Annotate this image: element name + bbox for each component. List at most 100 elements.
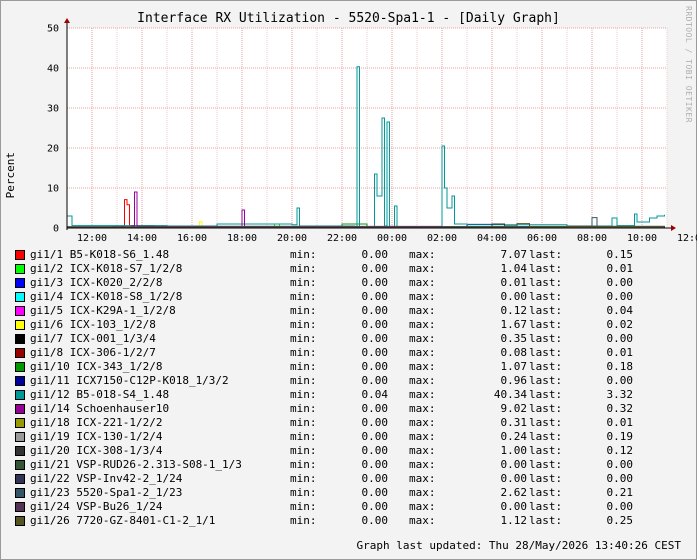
legend-min-value: 0.00 bbox=[361, 262, 389, 275]
legend-min-label: min: bbox=[290, 304, 317, 317]
legend-max-label: max: bbox=[409, 514, 436, 527]
legend-series-name: gi1/18 ICX-221-1/2/2 bbox=[30, 416, 163, 429]
legend-last-value: 0.00 bbox=[606, 290, 634, 303]
legend-min-label: min: bbox=[290, 430, 317, 443]
legend-series-name: gi1/23 5520-Spa1-2_1/23 bbox=[30, 486, 183, 499]
x-tick-label: 06:00 bbox=[527, 233, 557, 244]
legend-max-label: max: bbox=[409, 318, 436, 331]
legend-last-value: 0.01 bbox=[606, 346, 634, 359]
legend-max-value: 1.07 bbox=[500, 360, 528, 373]
legend-min-value: 0.00 bbox=[361, 332, 389, 345]
legend-max-value: 1.04 bbox=[500, 262, 528, 275]
legend-max-value: 0.96 bbox=[500, 374, 528, 387]
legend-min-label: min: bbox=[290, 486, 317, 499]
y-tick-label: 20 bbox=[47, 144, 59, 155]
y-tick-label: 10 bbox=[47, 184, 59, 195]
x-tick-label: 08:00 bbox=[577, 233, 607, 244]
legend-swatch bbox=[15, 264, 25, 274]
legend-min-label: min: bbox=[290, 346, 317, 359]
legend-max-value: 1.00 bbox=[500, 444, 528, 457]
legend-swatch bbox=[15, 250, 25, 260]
legend-series-name: gi1/1 B5-K018-S6_1.48 bbox=[30, 248, 170, 261]
legend-last-label: last: bbox=[529, 332, 563, 345]
legend-max-value: 1.67 bbox=[500, 318, 528, 331]
legend-max-label: max: bbox=[409, 248, 436, 261]
legend-max-label: max: bbox=[409, 416, 436, 429]
legend-last-value: 0.01 bbox=[606, 262, 634, 275]
legend-last-value: 0.15 bbox=[606, 248, 634, 261]
legend-last-label: last: bbox=[529, 486, 563, 499]
legend-max-label: max: bbox=[409, 304, 436, 317]
y-tick-label: 30 bbox=[47, 104, 59, 115]
legend-swatch bbox=[15, 474, 25, 484]
legend-max-value: 0.00 bbox=[500, 458, 528, 471]
legend-last-value: 0.12 bbox=[606, 444, 634, 457]
legend-last-label: last: bbox=[529, 472, 563, 485]
legend-series-name: gi1/20 ICX-308-1/3/4 bbox=[30, 444, 163, 457]
legend-last-label: last: bbox=[529, 346, 563, 359]
legend-swatch bbox=[15, 292, 25, 302]
legend-min-value: 0.00 bbox=[361, 444, 389, 457]
legend-min-value: 0.00 bbox=[361, 514, 389, 527]
legend-series-name: gi1/6 ICX-103_1/2/8 bbox=[30, 318, 156, 331]
legend-max-label: max: bbox=[409, 500, 436, 513]
legend-last-label: last: bbox=[529, 262, 563, 275]
legend-max-label: max: bbox=[409, 276, 436, 289]
legend-max-value: 0.24 bbox=[500, 430, 528, 443]
legend-series-name: gi1/4 ICX-K018-S8_1/2/8 bbox=[30, 290, 183, 303]
legend-last-label: last: bbox=[529, 514, 563, 527]
legend-swatch bbox=[15, 516, 25, 526]
y-tick-label: 0 bbox=[53, 224, 59, 235]
x-axis-arrow bbox=[671, 225, 676, 231]
legend-max-value: 0.12 bbox=[500, 304, 528, 317]
legend-min-label: min: bbox=[290, 290, 317, 303]
legend-min-value: 0.00 bbox=[361, 486, 389, 499]
legend-last-label: last: bbox=[529, 458, 563, 471]
legend-swatch bbox=[15, 362, 25, 372]
legend-series-name: gi1/24 VSP-Bu26_1/24 bbox=[30, 500, 163, 513]
legend-last-label: last: bbox=[529, 388, 563, 401]
legend-min-label: min: bbox=[290, 276, 317, 289]
x-tick-label: 04:00 bbox=[477, 233, 507, 244]
legend-last-label: last: bbox=[529, 374, 563, 387]
legend-min-value: 0.00 bbox=[361, 458, 389, 471]
legend-max-label: max: bbox=[409, 360, 436, 373]
legend-series-name: gi1/7 ICX-001_1/3/4 bbox=[30, 332, 156, 345]
legend-last-value: 0.00 bbox=[606, 332, 634, 345]
legend-swatch bbox=[15, 502, 25, 512]
legend-series-name: gi1/14 Schoenhauser10 bbox=[30, 402, 170, 415]
x-tick-label: 02:00 bbox=[427, 233, 457, 244]
legend-min-label: min: bbox=[290, 388, 317, 401]
legend-min-value: 0.00 bbox=[361, 430, 389, 443]
legend-last-value: 0.21 bbox=[606, 486, 634, 499]
legend-last-value: 0.04 bbox=[606, 304, 634, 317]
legend-last-label: last: bbox=[529, 304, 563, 317]
legend-swatch bbox=[15, 390, 25, 400]
legend-min-label: min: bbox=[290, 458, 317, 471]
legend-min-label: min: bbox=[290, 472, 317, 485]
x-tick-label: 18:00 bbox=[227, 233, 257, 244]
legend-max-value: 0.00 bbox=[500, 472, 528, 485]
legend-min-value: 0.00 bbox=[361, 374, 389, 387]
legend-max-label: max: bbox=[409, 262, 436, 275]
legend-max-value: 9.02 bbox=[500, 402, 528, 415]
legend-series-name: gi1/12 B5-018-S4_1.48 bbox=[30, 388, 170, 401]
legend-max-label: max: bbox=[409, 430, 436, 443]
legend-swatch bbox=[15, 306, 25, 316]
legend-swatch bbox=[15, 446, 25, 456]
legend-min-value: 0.00 bbox=[361, 346, 389, 359]
legend-min-value: 0.00 bbox=[361, 276, 389, 289]
legend-last-value: 0.00 bbox=[606, 458, 634, 471]
legend-min-value: 0.00 bbox=[361, 360, 389, 373]
legend-min-label: min: bbox=[290, 332, 317, 345]
x-tick-label: 20:00 bbox=[277, 233, 307, 244]
legend-last-value: 0.02 bbox=[606, 318, 634, 331]
legend-series-name: gi1/8 ICX-306-1/2/7 bbox=[30, 346, 156, 359]
legend-series-name: gi1/3 ICX-K020_2/2/8 bbox=[30, 276, 163, 289]
legend-max-label: max: bbox=[409, 472, 436, 485]
legend-last-label: last: bbox=[529, 318, 563, 331]
legend-series-name: gi1/22 VSP-Inv42-2_1/24 bbox=[30, 472, 183, 485]
legend-series-name: gi1/11 ICX7150-C12P-K018_1/3/2 bbox=[30, 374, 229, 387]
legend-last-value: 0.00 bbox=[606, 472, 634, 485]
legend-max-value: 7.07 bbox=[500, 248, 528, 261]
